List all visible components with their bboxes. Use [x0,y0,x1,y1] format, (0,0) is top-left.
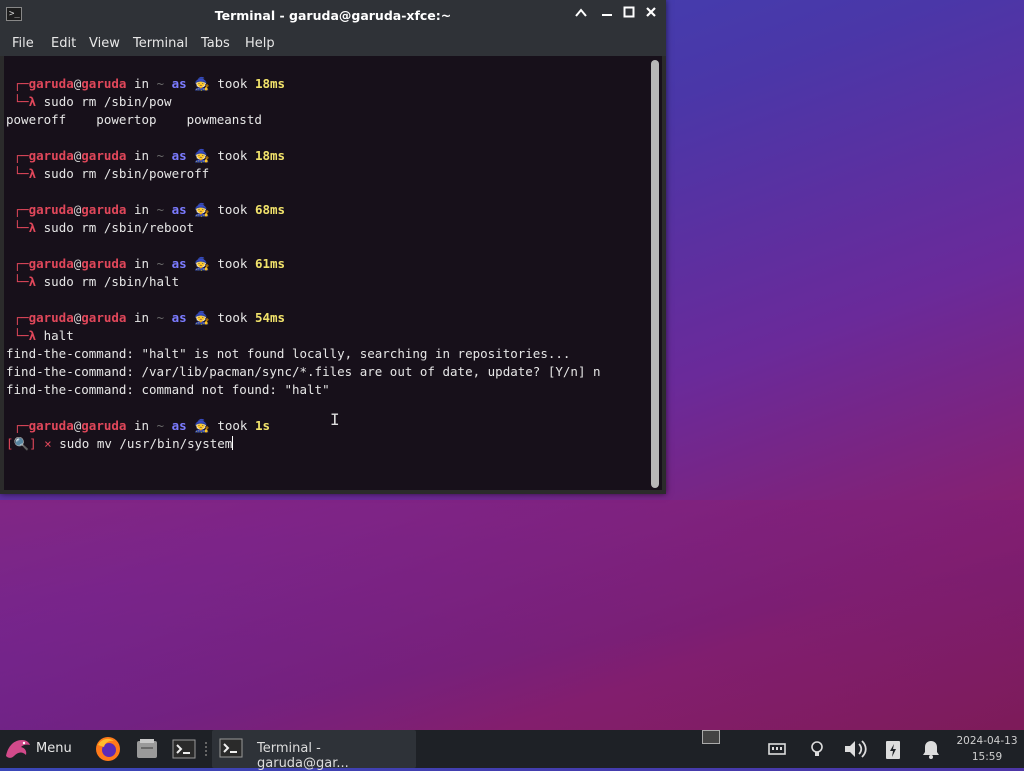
taskbar-window-title: Terminal - garuda@gar... [257,741,349,771]
prompt-line: ┌─garuda@garuda in ~ as 🧙 took 54ms [6,310,286,325]
prompt-line: ┌─garuda@garuda in ~ as 🧙 took 68ms [6,202,286,217]
wizard-icon: 🧙 [194,310,210,325]
clock[interactable]: 2024-04-13 15:59 [952,733,1022,765]
garuda-logo-icon [6,740,30,758]
current-input: sudo mv /usr/bin/system [59,436,233,451]
menu-tabs[interactable]: Tabs [201,36,230,51]
terminal-launcher-icon[interactable] [171,736,197,762]
menu-file[interactable]: File [12,36,34,51]
window-title: Terminal - garuda@garuda-xfce:~ [214,8,452,23]
wizard-icon: 🧙 [194,76,210,91]
maximize-button[interactable] [620,6,638,24]
command-line: └─λ sudo rm /sbin/pow [6,94,172,109]
wizard-icon: 🧙 [194,202,210,217]
file-manager-icon[interactable] [134,736,160,762]
menu-terminal[interactable]: Terminal [133,36,188,51]
close-button[interactable] [642,6,660,24]
prompt-line: ┌─garuda@garuda in ~ as 🧙 took 1s [6,418,271,433]
terminal-icon [219,738,243,758]
menu-label: Menu [36,741,72,756]
clock-date: 2024-04-13 [956,735,1018,747]
volume-icon[interactable] [842,738,870,760]
command-line: └─λ sudo rm /sbin/reboot [6,220,195,235]
output-line: find-the-command: "halt" is not found lo… [6,346,571,361]
prompt-line: ┌─garuda@garuda in ~ as 🧙 took 61ms [6,256,286,271]
output-line: find-the-command: command not found: "ha… [6,382,330,397]
scrollbar-thumb[interactable] [651,60,659,488]
firefox-icon[interactable] [95,736,121,762]
wizard-icon: 🧙 [194,256,210,271]
completion-list: poweroff powertop powmeanstd [6,112,262,127]
ibeam-cursor-icon: Ι [330,410,340,429]
close-icon [646,7,656,17]
window-titlebar[interactable]: >_ Terminal - garuda@garuda-xfce:~ [0,0,666,31]
output-line: find-the-command: /var/lib/pacman/sync/*… [6,364,601,379]
active-command-line[interactable]: [🔍] × sudo mv /usr/bin/system [6,435,234,453]
wizard-icon: 🧙 [194,148,210,163]
shade-icon [602,14,612,16]
minimize-icon [575,8,587,17]
menu-edit[interactable]: Edit [51,36,76,51]
notification-bell-icon[interactable] [918,738,944,760]
battery-icon[interactable] [882,738,904,760]
maximize-icon [623,6,635,18]
prompt-line: ┌─garuda@garuda in ~ as 🧙 took 18ms [6,148,286,163]
taskbar-separator [205,742,209,756]
command-line: └─λ sudo rm /sbin/halt [6,274,180,289]
terminal-output[interactable]: ┌─garuda@garuda in ~ as 🧙 took 18ms └─λ … [4,56,648,490]
wizard-icon: 🧙 [194,418,210,433]
menu-bar: File Edit View Terminal Tabs Help [0,31,666,56]
command-line: └─λ sudo rm /sbin/poweroff [6,166,210,181]
text-cursor [232,436,234,450]
taskbar-terminal-window[interactable]: Terminal - garuda@gar... [212,730,416,771]
menu-help[interactable]: Help [245,36,275,51]
lightbulb-icon[interactable] [806,738,828,760]
clock-time: 15:59 [971,751,1003,763]
prompt-line: ┌─garuda@garuda in ~ as 🧙 took 18ms [6,76,286,91]
menu-view[interactable]: View [89,36,120,51]
minimize-button[interactable] [572,6,590,24]
command-line: └─λ halt [6,328,74,343]
start-menu-button[interactable]: Menu [0,730,86,768]
desktop-wallpaper [0,500,1024,730]
taskbar: Menu Terminal - garuda@gar... 2024-04-13… [0,730,1024,771]
shade-button[interactable] [598,6,616,24]
network-icon[interactable] [766,738,788,760]
workspace-switcher[interactable] [702,730,720,744]
